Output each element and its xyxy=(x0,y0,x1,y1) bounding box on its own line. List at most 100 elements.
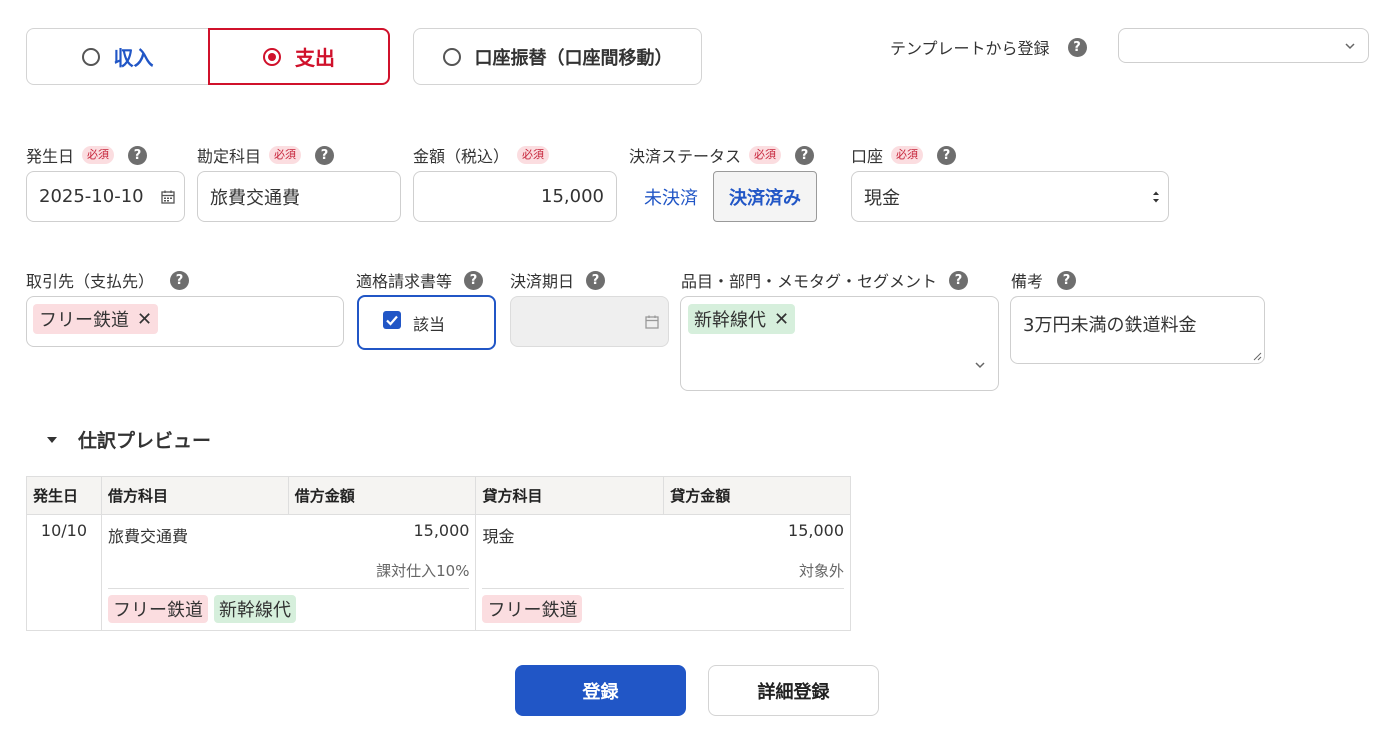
triangle-down-icon xyxy=(47,436,57,443)
debit-amount: 15,000 xyxy=(413,521,470,540)
required-badge: 必須 xyxy=(517,146,550,164)
qualified-invoice-checkbox[interactable]: 該当 xyxy=(357,295,496,350)
memo-textarea[interactable]: 3万円未満の鉄道料金 xyxy=(1010,296,1265,364)
date-input[interactable]: 2025-10-10 xyxy=(26,171,185,222)
credit-amount: 15,000 xyxy=(788,521,844,540)
remove-tag-icon[interactable]: ✕ xyxy=(774,309,789,330)
row-date-cell: 10/10 xyxy=(26,514,102,631)
required-badge: 必須 xyxy=(269,146,302,164)
item-tag: 新幹線代 xyxy=(213,595,296,623)
account-item-value: 旅費交通費 xyxy=(210,187,300,209)
debit-cell: 旅費交通費 15,000 課対仕入10% フリー鉄道 新幹線代 xyxy=(100,514,477,631)
register-button[interactable]: 登録 xyxy=(515,665,686,716)
column-header: 借方金額 xyxy=(287,476,477,515)
help-icon[interactable]: ? xyxy=(795,145,815,165)
template-select[interactable] xyxy=(1118,28,1369,63)
item-tag: 新幹線代 ✕ xyxy=(688,304,796,334)
amount-input[interactable]: 15,000 xyxy=(413,171,617,222)
debit-tags: フリー鉄道 新幹線代 xyxy=(107,595,296,623)
required-badge: 必須 xyxy=(749,146,782,164)
help-icon[interactable]: ? xyxy=(170,270,190,290)
column-header: 貸方科目 xyxy=(475,476,665,515)
remove-tag-icon[interactable]: ✕ xyxy=(137,309,152,330)
expense-label: 支出 xyxy=(295,46,335,70)
divider xyxy=(482,588,844,589)
column-header: 貸方金額 xyxy=(663,476,851,515)
credit-cell: 現金 15,000 対象外 フリー鉄道 xyxy=(475,514,851,631)
date-label-row: 発生日 必須 ? xyxy=(26,143,148,167)
settlement-due-label: 決済期日 xyxy=(510,272,575,291)
credit-tax-category: 対象外 xyxy=(798,562,844,580)
amount-label: 金額（税込） xyxy=(413,147,510,166)
account-item-label-row: 勘定科目 必須 ? xyxy=(197,143,335,167)
debit-account: 旅費交通費 xyxy=(107,527,188,546)
transfer-radio-button[interactable]: 口座振替（口座間移動） xyxy=(413,28,702,85)
memo-label-row: 備考 ? xyxy=(1011,268,1077,292)
unsettled-option[interactable]: 未決済 xyxy=(629,171,713,222)
settlement-due-label-row: 決済期日 ? xyxy=(510,268,606,292)
template-label: テンプレートから登録 xyxy=(890,39,1050,58)
column-header: 発生日 xyxy=(26,476,102,515)
help-icon[interactable]: ? xyxy=(949,270,969,290)
partner-input[interactable]: フリー鉄道 ✕ xyxy=(26,296,344,347)
wallet-select[interactable]: 現金 xyxy=(851,171,1169,222)
partner-tag: フリー鉄道 ✕ xyxy=(33,304,159,334)
settled-option[interactable]: 決済済み xyxy=(713,171,817,222)
divider xyxy=(107,588,470,589)
debit-tax-category: 課対仕入10% xyxy=(376,562,470,580)
radio-unchecked-icon xyxy=(81,47,100,66)
transfer-label: 口座振替（口座間移動） xyxy=(474,47,673,69)
tags-label: 品目・部門・メモタグ・セグメント xyxy=(681,272,938,291)
amount-label-row: 金額（税込） 必須 xyxy=(413,143,550,167)
qualified-invoice-label: 適格請求書等 xyxy=(356,272,453,291)
wallet-label-row: 口座 必須 ? xyxy=(851,143,957,167)
partner-label-row: 取引先（支払先） ? xyxy=(26,268,190,292)
amount-value: 15,000 xyxy=(541,186,604,207)
detail-register-button[interactable]: 詳細登録 xyxy=(708,665,879,716)
expense-radio-button[interactable]: 支出 xyxy=(208,28,390,85)
item-tag-label: 新幹線代 xyxy=(694,310,766,331)
partner-tag: フリー鉄道 xyxy=(482,595,583,623)
checkbox-checked-icon[interactable] xyxy=(383,310,401,329)
partner-label: 取引先（支払先） xyxy=(26,272,155,291)
chevron-down-icon[interactable] xyxy=(974,359,986,371)
tags-label-row: 品目・部門・メモタグ・セグメント ? xyxy=(681,268,969,292)
resize-handle-icon[interactable] xyxy=(1252,351,1262,361)
column-header: 借方科目 xyxy=(100,476,289,515)
required-badge: 必須 xyxy=(891,146,924,164)
table-header-row: 発生日 借方科目 借方金額 貸方科目 貸方金額 xyxy=(26,476,851,515)
preview-toggle[interactable]: 仕訳プレビュー xyxy=(46,426,211,453)
select-arrows-icon xyxy=(1153,191,1159,203)
table-row: 10/10 旅費交通費 15,000 課対仕入10% フリー鉄道 新幹線代 現金 xyxy=(26,514,851,631)
account-item-label: 勘定科目 xyxy=(197,147,262,166)
account-item-input[interactable]: 旅費交通費 xyxy=(197,171,401,222)
help-icon[interactable]: ? xyxy=(937,145,957,165)
help-icon[interactable]: ? xyxy=(1067,37,1087,57)
row-date: 10/10 xyxy=(40,521,88,540)
partner-tag-label: フリー鉄道 xyxy=(39,310,129,331)
tags-input[interactable]: 新幹線代 ✕ xyxy=(680,296,999,391)
settled-label: 決済済み xyxy=(729,187,801,209)
calendar-icon[interactable] xyxy=(644,314,660,330)
settlement-status-toggle: 未決済 決済済み xyxy=(629,171,817,222)
settlement-status-label-row: 決済ステータス 必須 ? xyxy=(629,143,815,167)
help-icon[interactable]: ? xyxy=(1057,270,1077,290)
date-label: 発生日 xyxy=(26,147,75,166)
settlement-due-input[interactable] xyxy=(510,296,669,347)
date-value: 2025-10-10 xyxy=(39,186,144,207)
wallet-label: 口座 xyxy=(851,147,884,166)
income-radio-button[interactable]: 収入 xyxy=(26,28,209,85)
chevron-down-icon xyxy=(1345,43,1355,50)
journal-preview-table: 発生日 借方科目 借方金額 貸方科目 貸方金額 10/10 旅費交通費 15,0… xyxy=(26,476,851,631)
help-icon[interactable]: ? xyxy=(128,145,148,165)
calendar-icon[interactable] xyxy=(160,189,176,205)
credit-account: 現金 xyxy=(482,527,515,546)
memo-value: 3万円未満の鉄道料金 xyxy=(1023,315,1197,336)
wallet-value: 現金 xyxy=(864,187,900,209)
help-icon[interactable]: ? xyxy=(315,145,335,165)
help-icon[interactable]: ? xyxy=(586,270,606,290)
partner-tag: フリー鉄道 xyxy=(107,595,208,623)
memo-label: 備考 xyxy=(1011,272,1044,291)
qualified-invoice-label-row: 適格請求書等 ? xyxy=(356,268,484,292)
help-icon[interactable]: ? xyxy=(464,270,484,290)
